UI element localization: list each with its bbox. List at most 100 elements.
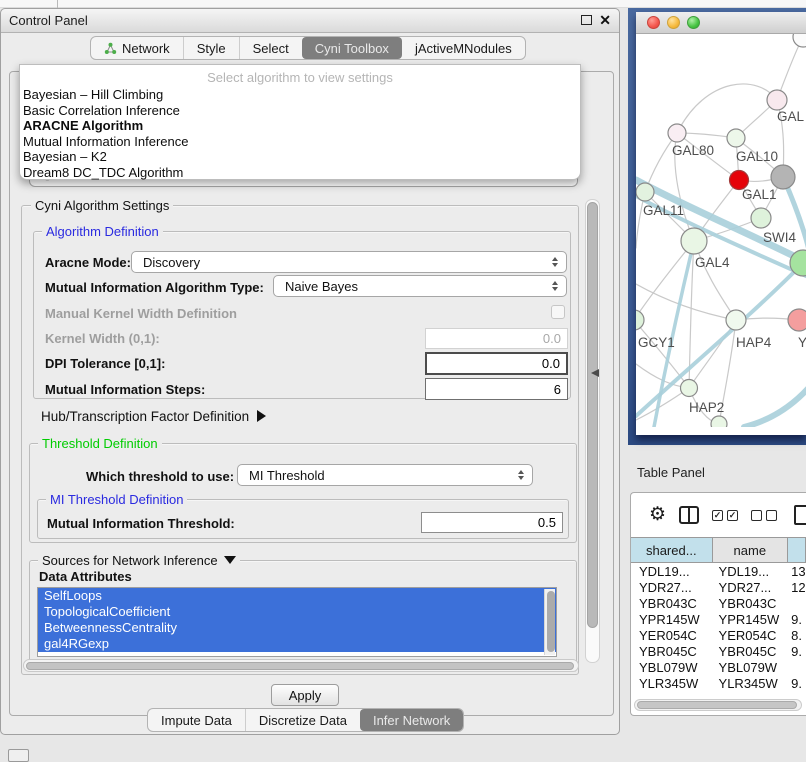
table-hscrollbar[interactable] bbox=[634, 699, 802, 711]
table-cell: YER054C bbox=[713, 628, 789, 644]
minimize-traffic-light-icon[interactable] bbox=[667, 16, 680, 29]
network-node[interactable] bbox=[788, 309, 806, 331]
network-node[interactable] bbox=[751, 208, 771, 228]
mi-steps-field[interactable]: 6 bbox=[425, 378, 568, 400]
tab-discretize-data[interactable]: Discretize Data bbox=[245, 709, 360, 731]
bottom-tab-bar: Impute Data Discretize Data Infer Network bbox=[147, 708, 464, 732]
table-row[interactable]: YBL079WYBL079W bbox=[631, 660, 806, 676]
table-row[interactable]: YIL052CYIL052C0. bbox=[631, 692, 806, 695]
tab-label: Discretize Data bbox=[259, 713, 347, 728]
settings-hscrollbar[interactable] bbox=[23, 659, 579, 672]
dropdown-placeholder: Select algorithm to view settings bbox=[20, 68, 580, 87]
dropdown-item[interactable]: Mutual Information Inference bbox=[20, 134, 580, 150]
group-title: Algorithm Definition bbox=[42, 224, 163, 239]
network-node[interactable] bbox=[636, 183, 654, 201]
chevron-down-icon bbox=[224, 556, 236, 564]
network-node[interactable] bbox=[681, 228, 707, 254]
gear-icon[interactable]: ⚙ bbox=[649, 505, 666, 525]
table-row[interactable]: YBR043CYBR043C bbox=[631, 596, 806, 612]
node-label: GAL10 bbox=[736, 149, 778, 164]
table-row[interactable]: YPR145WYPR145W9. bbox=[631, 612, 806, 628]
document-icon[interactable] bbox=[794, 505, 806, 525]
table-row[interactable]: YDL19...YDL19...13 bbox=[631, 564, 806, 580]
attribute-item[interactable]: TopologicalCoefficient bbox=[38, 604, 556, 620]
tab-select[interactable]: Select bbox=[239, 37, 302, 59]
manual-kernel-checkbox[interactable] bbox=[551, 305, 565, 319]
dropdown-item[interactable]: ARACNE Algorithm bbox=[20, 118, 580, 134]
hub-definition-toggle[interactable]: Hub/Transcription Factor Definition bbox=[41, 409, 266, 424]
kernel-width-label: Kernel Width (0,1): bbox=[45, 331, 160, 346]
combo-spinner-icon bbox=[552, 281, 558, 291]
float-window-icon[interactable] bbox=[581, 15, 592, 25]
table-hscroll-thumb[interactable] bbox=[637, 701, 797, 709]
attribute-item[interactable]: SelfLoops bbox=[38, 588, 556, 604]
table-cell: YDL19... bbox=[713, 564, 789, 580]
attribute-item[interactable]: BetweennessCentrality bbox=[38, 620, 556, 636]
combo-spinner-icon bbox=[518, 470, 524, 480]
table-cell: 12 bbox=[788, 580, 806, 596]
tab-infer-network[interactable]: Infer Network bbox=[360, 709, 463, 731]
table-row[interactable]: YBR045CYBR045C9. bbox=[631, 644, 806, 660]
apply-button[interactable]: Apply bbox=[271, 684, 339, 706]
network-node[interactable] bbox=[726, 310, 746, 330]
zoom-traffic-light-icon[interactable] bbox=[687, 16, 700, 29]
dropdown-item[interactable]: Bayesian – K2 bbox=[20, 149, 580, 165]
manual-kernel-label: Manual Kernel Width Definition bbox=[45, 306, 237, 321]
settings-vscrollbar[interactable] bbox=[585, 199, 600, 663]
network-canvas[interactable]: GALGAL80GAL10GAL1GAL11SWI4GAL4GCY1HAP4YH… bbox=[636, 34, 806, 427]
network-node[interactable] bbox=[636, 310, 644, 330]
select-all-icon[interactable]: ✓✓ bbox=[712, 510, 738, 521]
attribute-item[interactable]: gal4RGexp bbox=[38, 636, 556, 652]
which-threshold-combo[interactable]: MI Threshold bbox=[237, 464, 533, 486]
network-node[interactable] bbox=[711, 416, 727, 427]
table-row[interactable]: YLR345WYLR345W9. bbox=[631, 676, 806, 692]
network-node[interactable] bbox=[771, 165, 795, 189]
tab-jactivemnodules[interactable]: jActiveMNodules bbox=[402, 37, 525, 59]
network-node[interactable] bbox=[668, 124, 686, 142]
mi-threshold-field[interactable]: 0.5 bbox=[421, 512, 563, 533]
column-header[interactable]: shared... bbox=[631, 538, 713, 562]
dropdown-item[interactable]: Dream8 DC_TDC Algorithm bbox=[20, 165, 580, 181]
data-attributes-list[interactable]: SelfLoopsTopologicalCoefficientBetweenne… bbox=[37, 587, 557, 657]
sources-toggle[interactable]: Sources for Network Inference bbox=[38, 553, 240, 568]
aracne-mode-label: Aracne Mode: bbox=[45, 255, 131, 270]
table-cell bbox=[788, 596, 806, 612]
column-header[interactable] bbox=[788, 538, 806, 562]
network-node[interactable] bbox=[681, 380, 698, 397]
dropdown-item[interactable]: Bayesian – Hill Climbing bbox=[20, 87, 580, 103]
table-cell: 13 bbox=[788, 564, 806, 580]
tab-network[interactable]: Network bbox=[91, 37, 183, 59]
mi-type-value: Naive Bayes bbox=[285, 279, 358, 294]
deselect-all-icon[interactable] bbox=[751, 510, 777, 521]
vscroll-thumb[interactable] bbox=[587, 202, 598, 628]
node-label: GAL80 bbox=[672, 143, 714, 158]
hscroll-thumb[interactable] bbox=[26, 662, 574, 670]
close-traffic-light-icon[interactable] bbox=[647, 16, 660, 29]
tab-style[interactable]: Style bbox=[183, 37, 239, 59]
mi-type-combo[interactable]: Naive Bayes bbox=[273, 275, 567, 297]
split-columns-icon[interactable] bbox=[679, 506, 699, 524]
network-node[interactable] bbox=[767, 90, 787, 110]
network-window-titlebar bbox=[636, 12, 806, 34]
dpi-tolerance-field[interactable]: 0.0 bbox=[425, 352, 568, 375]
node-label: GAL11 bbox=[643, 203, 684, 218]
mi-steps-value: 6 bbox=[554, 382, 561, 397]
close-icon[interactable]: ✕ bbox=[599, 14, 611, 26]
app-top-strip bbox=[0, 0, 806, 8]
kernel-width-field[interactable]: 0.0 bbox=[425, 328, 568, 349]
dropdown-item[interactable]: Basic Correlation Inference bbox=[20, 103, 580, 119]
mi-type-label: Mutual Information Algorithm Type: bbox=[45, 280, 264, 295]
tab-impute-data[interactable]: Impute Data bbox=[148, 709, 245, 731]
attributes-scrollbar[interactable] bbox=[544, 589, 555, 655]
tab-cyni-toolbox[interactable]: Cyni Toolbox bbox=[302, 37, 402, 59]
panel-corner-button[interactable] bbox=[8, 749, 29, 762]
network-node[interactable] bbox=[793, 34, 806, 47]
network-graph[interactable]: GALGAL80GAL10GAL1GAL11SWI4GAL4GCY1HAP4YH… bbox=[636, 34, 806, 427]
aracne-mode-combo[interactable]: Discovery bbox=[131, 251, 567, 273]
column-header[interactable]: name bbox=[713, 538, 789, 562]
table-row[interactable]: YER054CYER054C8. bbox=[631, 628, 806, 644]
table-row[interactable]: YDR27...YDR27...12 bbox=[631, 580, 806, 596]
network-node[interactable] bbox=[727, 129, 745, 147]
aracne-mode-value: Discovery bbox=[143, 255, 200, 270]
node-label: GAL bbox=[777, 109, 805, 124]
